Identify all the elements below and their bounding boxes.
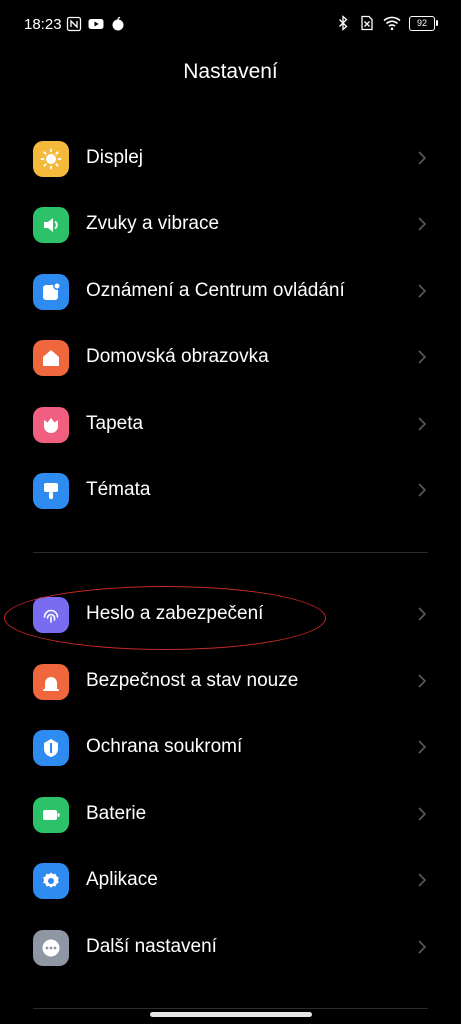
privacy-icon xyxy=(33,730,69,766)
settings-item-sound[interactable]: Zvuky a vibrace xyxy=(0,192,461,258)
status-left-icons xyxy=(66,16,126,32)
settings-item-label: Témata xyxy=(86,479,151,500)
status-time: 18:23 xyxy=(24,16,62,33)
settings-item-label: Tapeta xyxy=(86,413,144,434)
battery-indicator: 92 xyxy=(409,15,438,31)
settings-item-more-settings[interactable]: Další nastavení xyxy=(0,915,461,981)
chevron-right-icon xyxy=(418,217,427,231)
chevron-right-icon xyxy=(418,151,427,165)
status-bar: 18:23 92 xyxy=(0,0,461,50)
settings-item-home-screen[interactable]: Domovská obrazovka xyxy=(0,325,461,391)
settings-item-display[interactable]: Displej xyxy=(0,126,461,192)
chevron-right-icon xyxy=(418,940,427,954)
settings-item-label: Oznámení a Centrum ovládání xyxy=(86,280,345,301)
notification-icon xyxy=(33,274,69,310)
settings-item-label: Aplikace xyxy=(86,869,158,890)
chevron-right-icon xyxy=(418,284,427,298)
gear-icon xyxy=(33,863,69,899)
emergency-icon xyxy=(33,664,69,700)
settings-item-wallpaper[interactable]: Tapeta xyxy=(0,392,461,458)
brush-icon xyxy=(33,473,69,509)
settings-item-apps[interactable]: Aplikace xyxy=(0,848,461,914)
chevron-right-icon xyxy=(418,607,427,621)
settings-item-label: Ochrana soukromí xyxy=(86,736,243,757)
settings-item-label: Další nastavení xyxy=(86,936,217,957)
chevron-right-icon xyxy=(418,740,427,754)
more-icon xyxy=(33,930,69,966)
chevron-right-icon xyxy=(418,350,427,364)
settings-item-label: Baterie xyxy=(86,803,147,824)
status-right-icons: 92 xyxy=(335,15,438,31)
settings-item-themes[interactable]: Témata xyxy=(0,458,461,524)
settings-item-privacy[interactable]: Ochrana soukromí xyxy=(0,715,461,781)
speaker-icon xyxy=(33,207,69,243)
section-divider xyxy=(33,552,428,553)
home-indicator[interactable] xyxy=(150,1012,312,1017)
settings-item-label: Bezpečnost a stav nouze xyxy=(86,670,299,691)
chevron-right-icon xyxy=(418,807,427,821)
home-icon xyxy=(33,340,69,376)
section-divider-bottom xyxy=(33,1008,428,1009)
app-icon xyxy=(112,16,124,31)
settings-item-safety-emergency[interactable]: Bezpečnost a stav nouze xyxy=(0,649,461,715)
settings-item-label: Displej xyxy=(86,147,144,168)
chevron-right-icon xyxy=(418,674,427,688)
nfc-icon xyxy=(66,16,82,32)
settings-item-label: Zvuky a vibrace xyxy=(86,213,220,234)
highlight-annotation xyxy=(4,586,326,650)
bluetooth-icon xyxy=(339,15,348,31)
settings-item-label: Domovská obrazovka xyxy=(86,346,269,367)
settings-item-notifications[interactable]: Oznámení a Centrum ovládání xyxy=(0,259,461,325)
no-sim-icon xyxy=(361,15,373,31)
page-title: Nastavení xyxy=(183,60,278,83)
settings-item-battery[interactable]: Baterie xyxy=(0,782,461,848)
chevron-right-icon xyxy=(418,873,427,887)
youtube-icon xyxy=(88,19,104,29)
sun-icon xyxy=(33,141,69,177)
chevron-right-icon xyxy=(418,417,427,431)
flower-icon xyxy=(33,407,69,443)
battery-icon xyxy=(33,797,69,833)
chevron-right-icon xyxy=(418,483,427,497)
wifi-icon xyxy=(383,16,401,31)
